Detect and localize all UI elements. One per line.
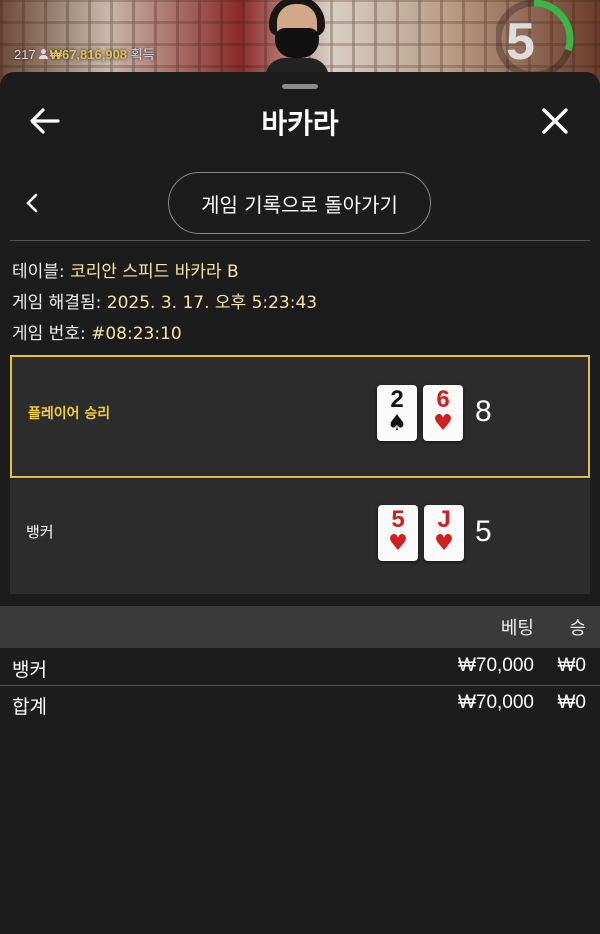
timer-number: 5: [506, 13, 535, 71]
spade-icon: ♠: [387, 411, 407, 436]
heart-icon: ♥: [434, 531, 454, 556]
history-nav: 게임 기록으로 돌아가기: [0, 172, 600, 234]
player-card-1: 2 ♠: [377, 385, 417, 441]
banker-card-2: J ♥: [424, 505, 464, 561]
player-result-box: 플레이어 승리 2 ♠ 6 ♥ 8: [10, 355, 590, 478]
win-suffix: 획득: [130, 47, 155, 62]
banker-score: 5: [475, 515, 492, 548]
card-rank: 5: [391, 506, 405, 533]
sheet-grabber[interactable]: [282, 84, 318, 89]
sheet-header: 바카라: [0, 96, 600, 148]
win-amount: ₩67,816,908: [49, 47, 128, 62]
table-value: 코리안 스피드 바카라 B: [70, 262, 239, 282]
viewer-bar: 217 ₩67,816,908 획득: [14, 44, 155, 63]
countdown-timer: 5: [496, 0, 578, 79]
back-to-history-button[interactable]: 게임 기록으로 돌아가기: [168, 172, 431, 234]
game-number-value: #08:23:10: [91, 324, 182, 344]
table-row: 뱅커 ₩70,000 ₩0: [0, 649, 600, 685]
card-rank: 6: [436, 386, 450, 413]
bet-amount: ₩70,000: [457, 655, 534, 676]
game-number-label: 게임 번호:: [12, 324, 86, 344]
banker-result-box: 뱅커 5 ♥ J ♥ 5: [10, 479, 590, 594]
game-number-info: 게임 번호: #08:23:10: [12, 319, 182, 344]
card-rank: J: [437, 506, 451, 533]
heart-icon: ♥: [433, 411, 453, 436]
total-bet-amount: ₩70,000: [457, 692, 534, 713]
viewer-count: 217: [14, 47, 36, 62]
win-amount-cell: ₩0: [557, 655, 587, 676]
resolved-info: 게임 해결됨: 2025. 3. 17. 오후 5:23:43: [12, 288, 317, 313]
resolved-value: 2025. 3. 17. 오후 5:23:43: [106, 293, 318, 313]
table-total-row: 합계 ₩70,000 ₩0: [0, 686, 600, 722]
table-label: 테이블:: [12, 262, 65, 282]
person-icon: [38, 49, 48, 59]
chevron-left-icon[interactable]: [22, 190, 44, 216]
bet-column-header: 베팅: [500, 618, 534, 639]
close-icon[interactable]: [538, 104, 572, 138]
table-info: 테이블: 코리안 스피드 바카라 B: [12, 257, 239, 282]
win-column-header: 승: [569, 618, 586, 639]
player-score: 8: [475, 395, 492, 428]
card-rank: 2: [390, 386, 404, 413]
banker-card-1: 5 ♥: [378, 505, 418, 561]
page-title: 바카라: [261, 107, 339, 140]
heart-icon: ♥: [388, 531, 408, 556]
game-detail-sheet: 바카라 게임 기록으로 돌아가기 테이블: 코리안 스피드 바카라 B 게임 해…: [0, 72, 600, 934]
bets-table-header: 베팅 승: [0, 606, 600, 648]
total-win-amount: ₩0: [557, 692, 587, 713]
bet-name: 뱅커: [12, 659, 47, 681]
resolved-label: 게임 해결됨:: [12, 293, 102, 313]
total-label: 합계: [12, 696, 47, 718]
player-card-2: 6 ♥: [423, 385, 463, 441]
banker-result-label: 뱅커: [26, 523, 54, 541]
divider: [10, 240, 590, 241]
player-result-label: 플레이어 승리: [28, 406, 111, 422]
dealer-video: [265, 0, 329, 78]
